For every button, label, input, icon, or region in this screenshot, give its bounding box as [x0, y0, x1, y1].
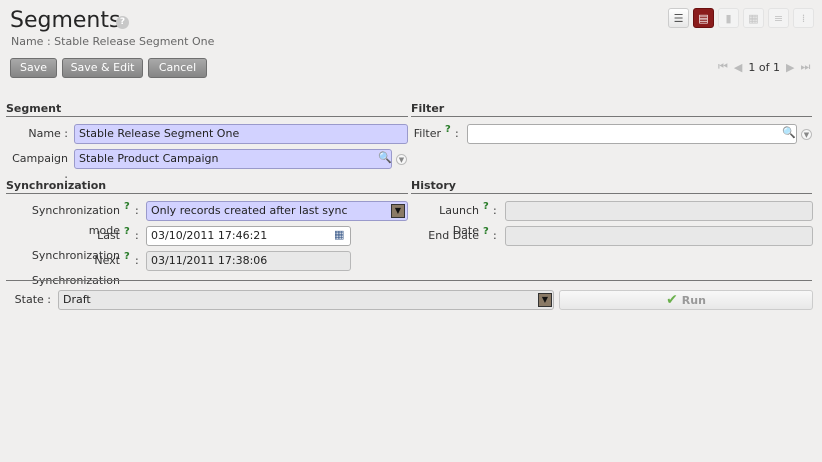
- end-date-label: End Date: [428, 229, 479, 242]
- filter-help-icon[interactable]: ?: [445, 124, 451, 135]
- section-history-title: History: [411, 179, 456, 192]
- launch-date-help-icon[interactable]: ?: [483, 201, 489, 212]
- end-date-help-icon[interactable]: ?: [483, 226, 489, 237]
- filter-label: Filter: [413, 127, 441, 140]
- pager: ⏮ ◀ 1 of 1 ▶ ⏭: [718, 60, 810, 74]
- gantt-view-icon: ≡: [773, 11, 784, 25]
- last-page-icon[interactable]: ⏭: [800, 60, 810, 74]
- filter-input[interactable]: [467, 124, 797, 144]
- save-button[interactable]: Save: [10, 58, 57, 78]
- last-sync-colon: :: [135, 229, 139, 242]
- checkmark-icon: ✔: [666, 292, 678, 308]
- cancel-button[interactable]: Cancel: [148, 58, 207, 78]
- next-page-icon[interactable]: ▶: [786, 61, 794, 74]
- campaign-dropdown-icon[interactable]: ▼: [396, 154, 407, 165]
- sync-mode-colon: :: [135, 204, 139, 217]
- section-filter-title: Filter: [411, 102, 445, 115]
- kanban-view-button[interactable]: ⁞: [793, 8, 814, 28]
- name-input[interactable]: Stable Release Segment One: [74, 124, 408, 144]
- end-date-input: [505, 226, 813, 246]
- pager-count: 1 of 1: [748, 60, 780, 74]
- first-page-icon[interactable]: ⏮: [718, 60, 728, 74]
- section-divider: [6, 116, 408, 117]
- list-view-button[interactable]: ☰: [668, 8, 689, 28]
- kanban-view-icon: ⁞: [801, 11, 806, 25]
- launch-date-input: [505, 201, 813, 221]
- run-button-label: Run: [681, 293, 706, 307]
- section-synchronization-title: Synchronization: [6, 179, 107, 192]
- next-sync-colon: :: [135, 254, 139, 267]
- save-and-edit-button[interactable]: Save & Edit: [62, 58, 143, 78]
- state-dropdown-icon[interactable]: ▼: [538, 293, 552, 307]
- calendar-view-button[interactable]: ▦: [743, 8, 764, 28]
- end-date-colon: :: [493, 229, 497, 242]
- sync-mode-dropdown-icon[interactable]: ▼: [391, 204, 405, 218]
- state-select[interactable]: Draft: [58, 290, 554, 310]
- section-divider: [411, 193, 812, 194]
- calendar-view-icon: ▦: [748, 11, 759, 25]
- breadcrumb: Name : Stable Release Segment One: [11, 35, 215, 48]
- help-icon[interactable]: ?: [116, 16, 129, 29]
- name-label: Name :: [28, 127, 68, 140]
- next-sync-help-icon[interactable]: ?: [124, 251, 130, 262]
- view-switcher: ☰ ▤ ▮ ▦ ≡ ⁞: [668, 8, 814, 28]
- section-divider: [411, 116, 812, 117]
- next-sync-label: Next Synchronization: [31, 254, 120, 287]
- next-sync-input: 03/11/2011 17:38:06: [146, 251, 351, 271]
- last-sync-help-icon[interactable]: ?: [124, 226, 130, 237]
- gantt-view-button[interactable]: ≡: [768, 8, 789, 28]
- section-segment-title: Segment: [6, 102, 62, 115]
- form-view-icon: ▤: [698, 11, 709, 25]
- list-view-icon: ☰: [673, 11, 684, 25]
- page-title: Segments: [10, 8, 121, 33]
- launch-date-colon: :: [493, 204, 497, 217]
- last-sync-input[interactable]: 03/10/2011 17:46:21: [146, 226, 351, 246]
- graph-view-icon: ▮: [725, 11, 732, 25]
- calendar-icon[interactable]: ▦: [334, 228, 344, 241]
- filter-dropdown-icon[interactable]: ▼: [801, 129, 812, 140]
- graph-view-button[interactable]: ▮: [718, 8, 739, 28]
- sync-mode-select[interactable]: Only records created after last sync: [146, 201, 408, 221]
- run-button[interactable]: ✔ Run: [559, 290, 813, 310]
- prev-page-icon[interactable]: ◀: [734, 61, 742, 74]
- filter-search-icon[interactable]: 🔍: [782, 126, 796, 139]
- form-view-button[interactable]: ▤: [693, 8, 714, 28]
- campaign-input[interactable]: Stable Product Campaign: [74, 149, 392, 169]
- filter-colon: :: [455, 127, 459, 140]
- section-divider: [6, 193, 408, 194]
- state-label: State :: [14, 293, 51, 306]
- footer-divider: [6, 280, 812, 281]
- sync-mode-help-icon[interactable]: ?: [124, 201, 130, 212]
- campaign-search-icon[interactable]: 🔍: [378, 151, 392, 164]
